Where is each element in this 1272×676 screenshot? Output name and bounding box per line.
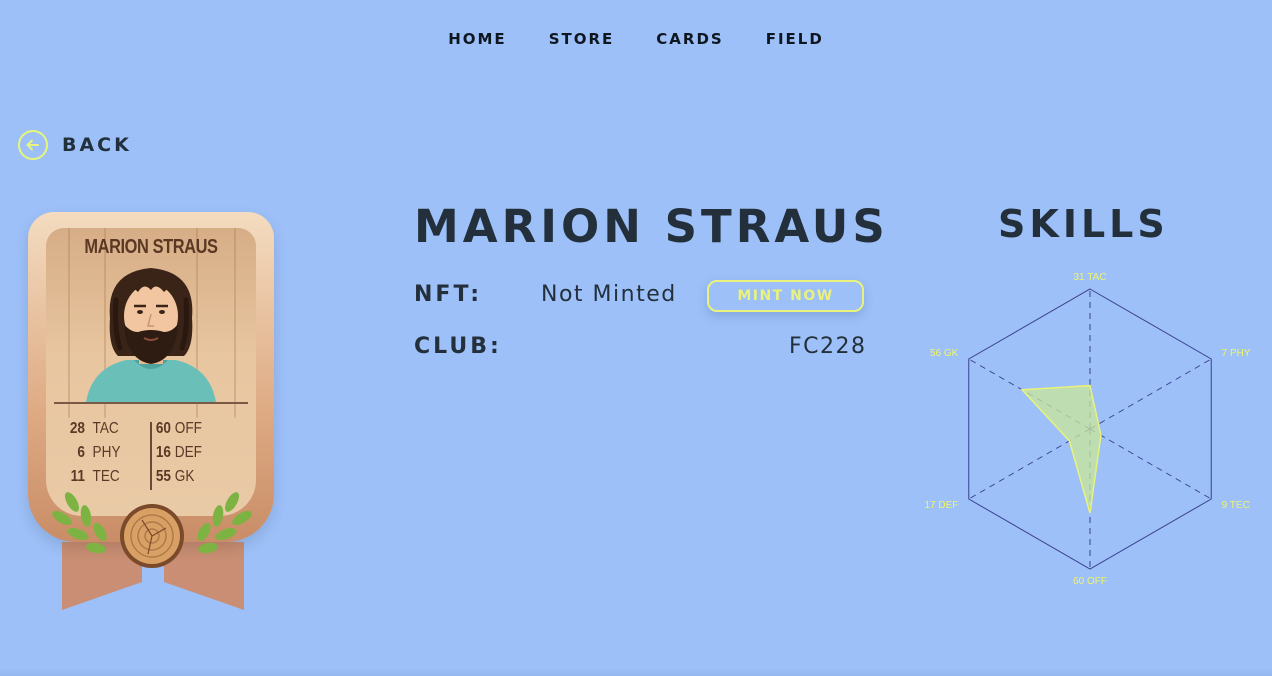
nft-status: Not Minted [541, 282, 677, 307]
nav-cards[interactable]: CARDS [656, 30, 723, 48]
radar-axis-label: 17 DEF [924, 500, 958, 511]
radar-axis-label: 60 OFF [1073, 576, 1107, 587]
radar-axis-label: 56 GK [930, 348, 959, 359]
nav-store[interactable]: STORE [549, 30, 615, 48]
stat-phy: 6 PHY [77, 444, 121, 461]
radar-spoke [1089, 428, 1212, 500]
radar-axis-label: 31 TAC [1074, 272, 1107, 283]
arrow-left-icon [18, 130, 48, 160]
player-portrait [86, 268, 216, 402]
radar-spoke [1089, 358, 1212, 430]
radar-axis-label: 9 TEC [1222, 500, 1250, 511]
back-label: BACK [62, 134, 132, 156]
radar-axis-label: 7 PHY [1222, 348, 1251, 359]
nft-label: NFT: [414, 282, 483, 307]
nav-field[interactable]: FIELD [766, 30, 824, 48]
stat-tac: 28 TAC [69, 420, 119, 437]
player-name-heading: MARION STRAUS [414, 200, 889, 253]
mint-now-button[interactable]: MINT NOW [707, 280, 864, 312]
card-divider [54, 402, 248, 404]
top-nav: HOME STORE CARDS FIELD [0, 30, 1272, 48]
back-button[interactable]: BACK [18, 130, 132, 160]
card-inner: MARION STRAUS 28 TAC 6 PHY 11 TEC 60 OFF… [46, 228, 256, 516]
nav-home[interactable]: HOME [448, 30, 506, 48]
skills-heading: SKILLS [998, 202, 1169, 246]
club-label: CLUB: [414, 334, 502, 359]
radar-data-area [1020, 384, 1102, 514]
stat-off: 60 OFF [155, 420, 202, 437]
stat-def: 16 DEF [155, 444, 202, 461]
player-card: MARION STRAUS 28 TAC 6 PHY 11 TEC 60 OFF… [28, 212, 276, 612]
stats-separator [150, 422, 152, 490]
card-player-name: MARION STRAUS [84, 236, 218, 258]
laurel-badge [52, 492, 252, 568]
skills-radar-chart: 31 TAC 7 PHY 9 TEC 60 OFF 17 DEF 56 GK [924, 272, 1251, 587]
club-value: FC228 [789, 334, 867, 359]
footer-shade [0, 668, 1272, 676]
